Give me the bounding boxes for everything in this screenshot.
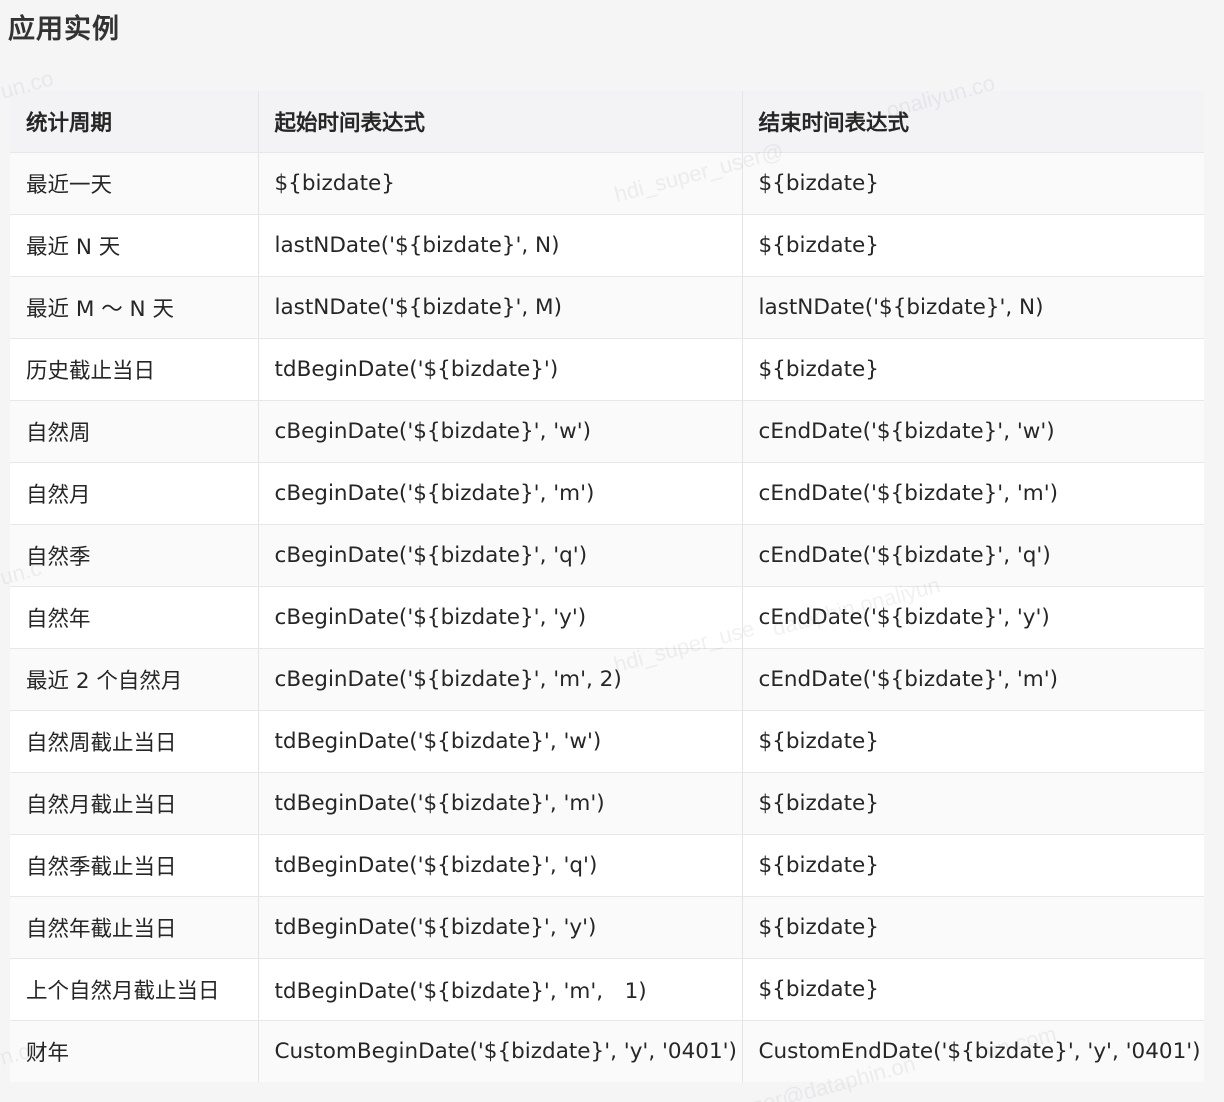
period-cell: 最近 2 个自然月 — [10, 648, 259, 711]
start-expression-cell: ${bizdate} — [258, 152, 743, 215]
start-expression-cell: cBeginDate('${bizdate}', 'm', 2) — [258, 648, 743, 711]
end-expression-cell: ${bizdate} — [742, 710, 1204, 773]
table-row: 上个自然月截止当日 tdBeginDate('${bizdate}', 'm', … — [10, 958, 1204, 1021]
table-row: 自然季截止当日 tdBeginDate('${bizdate}', 'q') ${b… — [10, 834, 1204, 897]
end-expression-cell: ${bizdate} — [742, 896, 1204, 959]
end-expression-cell: ${bizdate} — [742, 152, 1204, 215]
end-expression-cell: ${bizdate} — [742, 834, 1204, 897]
start-expression-cell: CustomBeginDate('${bizdate}', 'y', '0401… — [258, 1020, 743, 1082]
period-cell: 最近 M ～ N 天 — [10, 276, 259, 339]
table-row: 最近 2 个自然月 cBeginDate('${bizdate}', 'm', 2… — [10, 648, 1204, 711]
end-expression-cell: ${bizdate} — [742, 214, 1204, 277]
table-row: 自然周截止当日 tdBeginDate('${bizdate}', 'w') ${b… — [10, 710, 1204, 773]
end-expression-cell: cEndDate('${bizdate}', 'y') — [742, 586, 1204, 649]
end-expression-cell: cEndDate('${bizdate}', 'm') — [742, 462, 1204, 525]
end-expression-cell: cEndDate('${bizdate}', 'w') — [742, 400, 1204, 463]
document-page: 应用实例 统计周期 起始时间表达式 结束时间表达式 最近一天 ${bizdate}… — [0, 0, 1224, 1102]
start-expression-cell: tdBeginDate('${bizdate}', 'm', 1) — [258, 958, 743, 1021]
table-row: 财年 CustomBeginDate('${bizdate}', 'y', '04… — [10, 1020, 1204, 1082]
start-expression-cell: tdBeginDate('${bizdate}', 'y') — [258, 896, 743, 959]
start-expression-cell: lastNDate('${bizdate}', M) — [258, 276, 743, 339]
table-row: 自然周 cBeginDate('${bizdate}', 'w') cEndDate… — [10, 400, 1204, 463]
column-header-start-expression: 起始时间表达式 — [258, 91, 743, 153]
period-cell: 自然周 — [10, 400, 259, 463]
table-row: 最近一天 ${bizdate} ${bizdate} — [10, 152, 1204, 215]
start-expression-cell: cBeginDate('${bizdate}', 'm') — [258, 462, 743, 525]
end-expression-cell: ${bizdate} — [742, 958, 1204, 1021]
end-expression-cell: CustomEndDate('${bizdate}', 'y', '0401') — [742, 1020, 1204, 1082]
end-expression-cell: ${bizdate} — [742, 772, 1204, 835]
table-body: 最近一天 ${bizdate} ${bizdate} 最近 N 天 lastNDate(… — [10, 152, 1204, 1082]
start-expression-cell: tdBeginDate('${bizdate}', 'q') — [258, 834, 743, 897]
start-expression-cell: tdBeginDate('${bizdate}', 'w') — [258, 710, 743, 773]
table-row: 最近 M ～ N 天 lastNDate('${bizdate}', M) last… — [10, 276, 1204, 339]
table-header-row: 统计周期 起始时间表达式 结束时间表达式 — [10, 91, 1204, 153]
period-cell: 历史截止当日 — [10, 338, 259, 401]
reference-table: 统计周期 起始时间表达式 结束时间表达式 最近一天 ${bizdate} ${biz… — [10, 91, 1204, 1082]
start-expression-cell: tdBeginDate('${bizdate}', 'm') — [258, 772, 743, 835]
table-row: 自然年截止当日 tdBeginDate('${bizdate}', 'y') ${b… — [10, 896, 1204, 959]
table-row: 自然月 cBeginDate('${bizdate}', 'm') cEndDate… — [10, 462, 1204, 525]
end-expression-cell: cEndDate('${bizdate}', 'q') — [742, 524, 1204, 587]
column-header-end-expression: 结束时间表达式 — [742, 91, 1204, 153]
table-row: 历史截止当日 tdBeginDate('${bizdate}') ${bizdate… — [10, 338, 1204, 401]
table-row: 自然季 cBeginDate('${bizdate}', 'q') cEndDate… — [10, 524, 1204, 587]
table-row: 最近 N 天 lastNDate('${bizdate}', N) ${bizdat… — [10, 214, 1204, 277]
period-cell: 上个自然月截止当日 — [10, 958, 259, 1021]
end-expression-cell: lastNDate('${bizdate}', N) — [742, 276, 1204, 339]
table-row: 自然月截止当日 tdBeginDate('${bizdate}', 'm') ${b… — [10, 772, 1204, 835]
start-expression-cell: cBeginDate('${bizdate}', 'w') — [258, 400, 743, 463]
period-cell: 自然季截止当日 — [10, 834, 259, 897]
period-cell: 自然年 — [10, 586, 259, 649]
start-expression-cell: lastNDate('${bizdate}', N) — [258, 214, 743, 277]
section-title: 应用实例 — [8, 14, 120, 45]
period-cell: 自然年截止当日 — [10, 896, 259, 959]
start-expression-cell: cBeginDate('${bizdate}', 'y') — [258, 586, 743, 649]
period-cell: 自然周截止当日 — [10, 710, 259, 773]
start-expression-cell: tdBeginDate('${bizdate}') — [258, 338, 743, 401]
end-expression-cell: ${bizdate} — [742, 338, 1204, 401]
column-header-period: 统计周期 — [10, 91, 259, 153]
period-cell: 自然季 — [10, 524, 259, 587]
period-cell: 最近一天 — [10, 152, 259, 215]
period-cell: 自然月截止当日 — [10, 772, 259, 835]
period-cell: 自然月 — [10, 462, 259, 525]
period-cell: 最近 N 天 — [10, 214, 259, 277]
start-expression-cell: cBeginDate('${bizdate}', 'q') — [258, 524, 743, 587]
period-cell: 财年 — [10, 1020, 259, 1082]
table-row: 自然年 cBeginDate('${bizdate}', 'y') cEndDate… — [10, 586, 1204, 649]
end-expression-cell: cEndDate('${bizdate}', 'm') — [742, 648, 1204, 711]
